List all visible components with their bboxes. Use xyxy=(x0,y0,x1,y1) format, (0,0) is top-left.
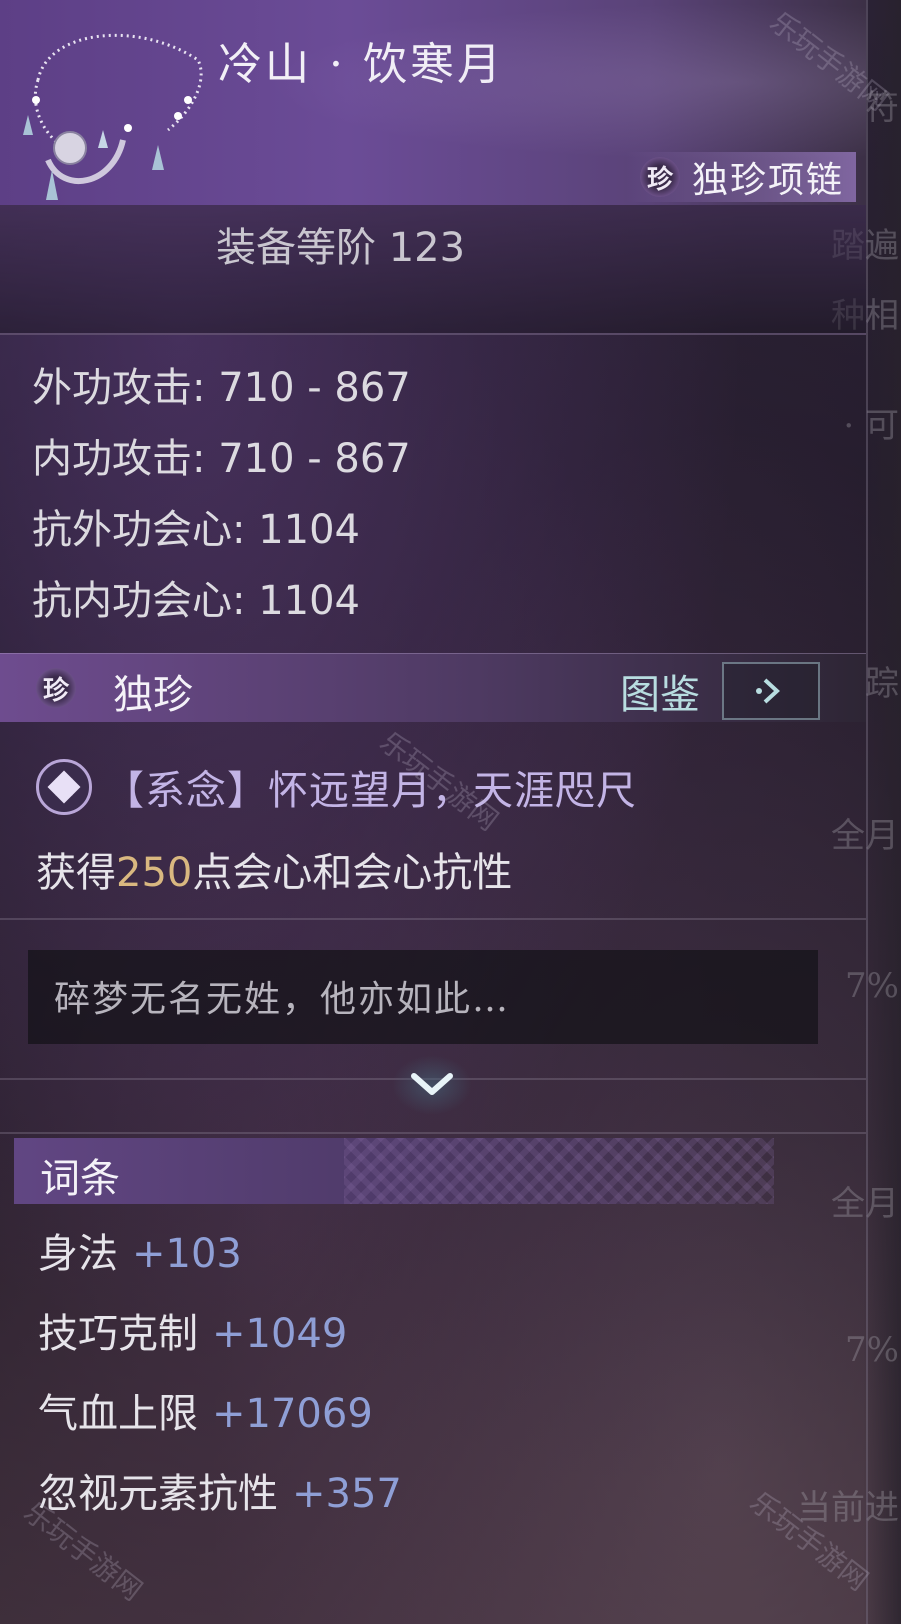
expand-button[interactable] xyxy=(392,1055,472,1115)
tujian-label[interactable]: 图鉴 xyxy=(620,662,700,720)
unique-effect: 获得250点会心和会心抗性 xyxy=(36,850,513,896)
effect-value: 250 xyxy=(116,850,193,896)
xinian-row: 【系念】怀远望月，天涯咫尺 xyxy=(36,758,637,816)
stat-line: 内功攻击: 710 - 867 xyxy=(32,436,411,482)
base-stats: 外功攻击: 710 - 867 内功攻击: 710 - 867 抗外功会心: 1… xyxy=(32,360,411,644)
item-tooltip-panel: 冷山 · 饮寒月 珍 独珍项链 装备等阶 123 外功攻击: 710 - 867… xyxy=(0,0,868,1624)
unique-zhen-icon: 珍 xyxy=(34,666,78,710)
unique-section-header: 珍 独珍 图鉴 xyxy=(0,653,866,722)
divider xyxy=(0,1132,866,1134)
stat-line: 抗外功会心: 1104 xyxy=(32,507,360,553)
item-name: 冷山 · 饮寒月 xyxy=(218,39,504,90)
cito-section-header: 词条 xyxy=(14,1138,774,1204)
cito-item: 技巧克制 +1049 xyxy=(38,1311,348,1357)
divider xyxy=(0,918,866,920)
item-type: 独珍项链 xyxy=(691,160,844,201)
unique-label: 独珍 xyxy=(113,672,193,718)
stat-line: 外功攻击: 710 - 867 xyxy=(32,365,411,411)
cito-list: 身法 +103 技巧克制 +1049 气血上限 +17069 忽视元素抗性 +357 xyxy=(38,1224,402,1544)
tujian-button[interactable] xyxy=(722,662,820,720)
side-panel: 渔符 踏遍 种相 · 可 追踪 全月 7% 全月 7% 当前进 xyxy=(797,0,901,1624)
necklace-icon xyxy=(23,33,203,200)
equip-level: 装备等阶 123 xyxy=(216,225,466,271)
xinian-text: 【系念】怀远望月，天涯咫尺 xyxy=(104,768,637,814)
flavor-box: 碎梦无名无姓，他亦如此… xyxy=(28,950,818,1044)
cito-label: 词条 xyxy=(40,1156,120,1202)
cito-item: 身法 +103 xyxy=(38,1231,242,1277)
chevron-right-icon xyxy=(756,678,780,704)
flavor-text: 碎梦无名无姓，他亦如此… xyxy=(54,979,511,1020)
rarity-zhen-icon: 珍 xyxy=(638,155,682,199)
stat-line: 抗内功会心: 1104 xyxy=(32,578,360,624)
rarity-badge: 珍 独珍项链 xyxy=(625,152,856,202)
cito-item: 气血上限 +17069 xyxy=(38,1391,373,1437)
equip-level-row: 装备等阶 123 xyxy=(0,205,866,335)
item-header: 冷山 · 饮寒月 珍 独珍项链 xyxy=(0,0,866,205)
diamond-rune-icon xyxy=(36,759,92,815)
chevron-down-icon xyxy=(411,1073,453,1095)
